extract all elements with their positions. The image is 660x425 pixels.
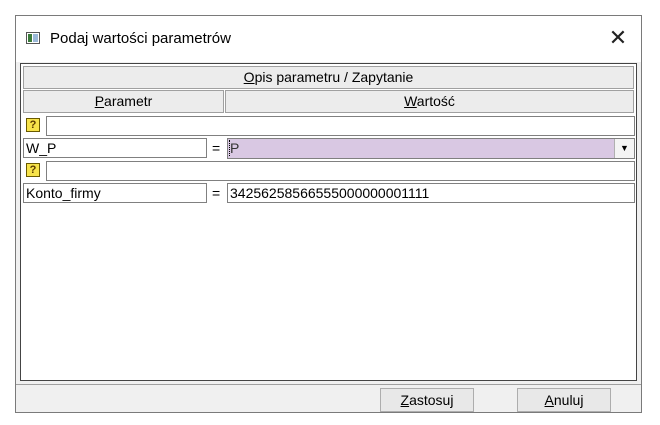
cancel-button[interactable]: Anuluj	[517, 388, 611, 412]
apply-button[interactable]: Zastosuj	[380, 388, 474, 412]
column-value-accel: W	[404, 93, 417, 109]
param-value-dropdown[interactable]: P ▼	[227, 138, 635, 159]
equals-sign: =	[212, 140, 221, 156]
title-bar[interactable]: Podaj wartości parametrów ✕	[16, 16, 641, 62]
param-name-cell: W_P	[23, 138, 207, 158]
divider	[16, 384, 641, 385]
dropdown-selected-value: P	[228, 140, 240, 156]
equals-sign: =	[212, 185, 221, 201]
query-text-field[interactable]	[46, 161, 635, 181]
app-window-icon	[26, 32, 40, 44]
header-description-accel: O	[243, 69, 255, 85]
question-icon: ?	[26, 163, 40, 177]
apply-button-accel: Z	[400, 392, 410, 408]
parameter-dialog: Podaj wartości parametrów ✕ Opis paramet…	[15, 15, 642, 413]
column-parameter-rest: arametr	[104, 93, 153, 109]
window-title: Podaj wartości parametrów	[50, 30, 231, 47]
header-description-query: Opis parametru / Zapytanie	[23, 66, 634, 89]
chevron-down-icon[interactable]: ▼	[614, 139, 634, 158]
column-value-rest: artość	[416, 93, 455, 109]
column-header-parameter[interactable]: Parametr	[23, 90, 224, 113]
apply-button-label: astosuj	[409, 392, 454, 408]
param-value-field[interactable]: 34256258566555000000001111	[227, 183, 635, 203]
param-name-cell: Konto_firmy	[23, 183, 207, 203]
parameters-grid: Opis parametru / Zapytanie Parametr Wart…	[20, 63, 637, 381]
column-parameter-accel: P	[94, 93, 105, 109]
close-button[interactable]: ✕	[603, 24, 633, 54]
question-icon: ?	[26, 118, 40, 132]
column-header-value[interactable]: Wartość	[225, 90, 634, 113]
header-description-rest: pis parametru / Zapytanie	[254, 69, 414, 85]
cancel-button-accel: A	[544, 392, 554, 408]
query-text-field[interactable]	[46, 116, 635, 136]
cancel-button-label: nuluj	[553, 392, 584, 408]
